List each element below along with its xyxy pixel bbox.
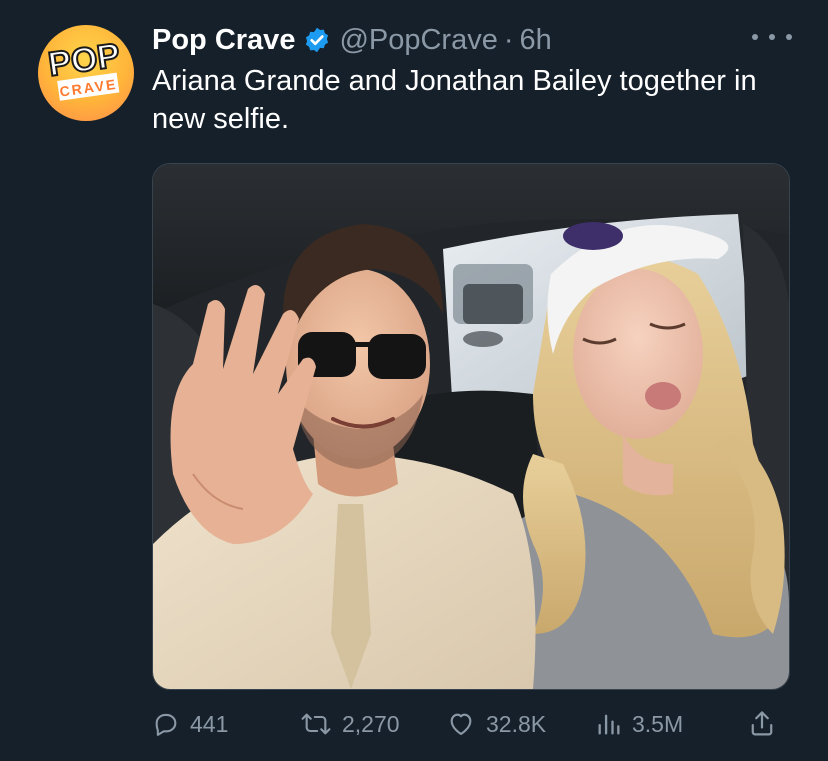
like-button[interactable]: 32.8K [446, 700, 546, 748]
timestamp[interactable]: 6h [520, 24, 552, 57]
tweet-photo[interactable] [152, 163, 790, 690]
tweet-text: Ariana Grande and Jonathan Bailey togeth… [152, 65, 757, 135]
views-bar-chart-icon [598, 714, 620, 735]
tweet-card[interactable]: POP CRAVE Pop Crave @PopCrave · 6h Arian… [0, 0, 828, 761]
more-options-button[interactable] [752, 22, 792, 52]
avatar[interactable]: POP CRAVE [38, 25, 134, 121]
repost-count: 2,270 [342, 710, 400, 737]
repost-button[interactable]: 2,270 [300, 700, 400, 748]
repost-icon [301, 713, 331, 735]
like-count: 32.8K [486, 710, 547, 737]
views-button[interactable]: 3.5M [596, 700, 683, 748]
pop-crave-logo-icon: POP CRAVE [45, 35, 123, 101]
more-dot-icon [752, 34, 758, 40]
more-dot-icon [769, 34, 775, 40]
handle[interactable]: @PopCrave [339, 24, 497, 57]
verified-badge-icon [306, 27, 329, 53]
display-name[interactable]: Pop Crave [152, 24, 295, 57]
reply-button[interactable]: 441 [152, 700, 228, 748]
heart-icon [450, 713, 472, 735]
action-bar: 441 2,270 32.8K 3.5M [0, 700, 828, 748]
reply-icon [155, 713, 177, 736]
share-button[interactable] [748, 700, 776, 748]
more-dot-icon [786, 34, 792, 40]
reply-count: 441 [190, 710, 229, 737]
views-count: 3.5M [632, 710, 684, 737]
separator: · [503, 23, 514, 56]
share-icon [751, 711, 773, 736]
tweet-header: Pop Crave @PopCrave · 6h [152, 20, 552, 60]
selfie-image [153, 164, 789, 689]
